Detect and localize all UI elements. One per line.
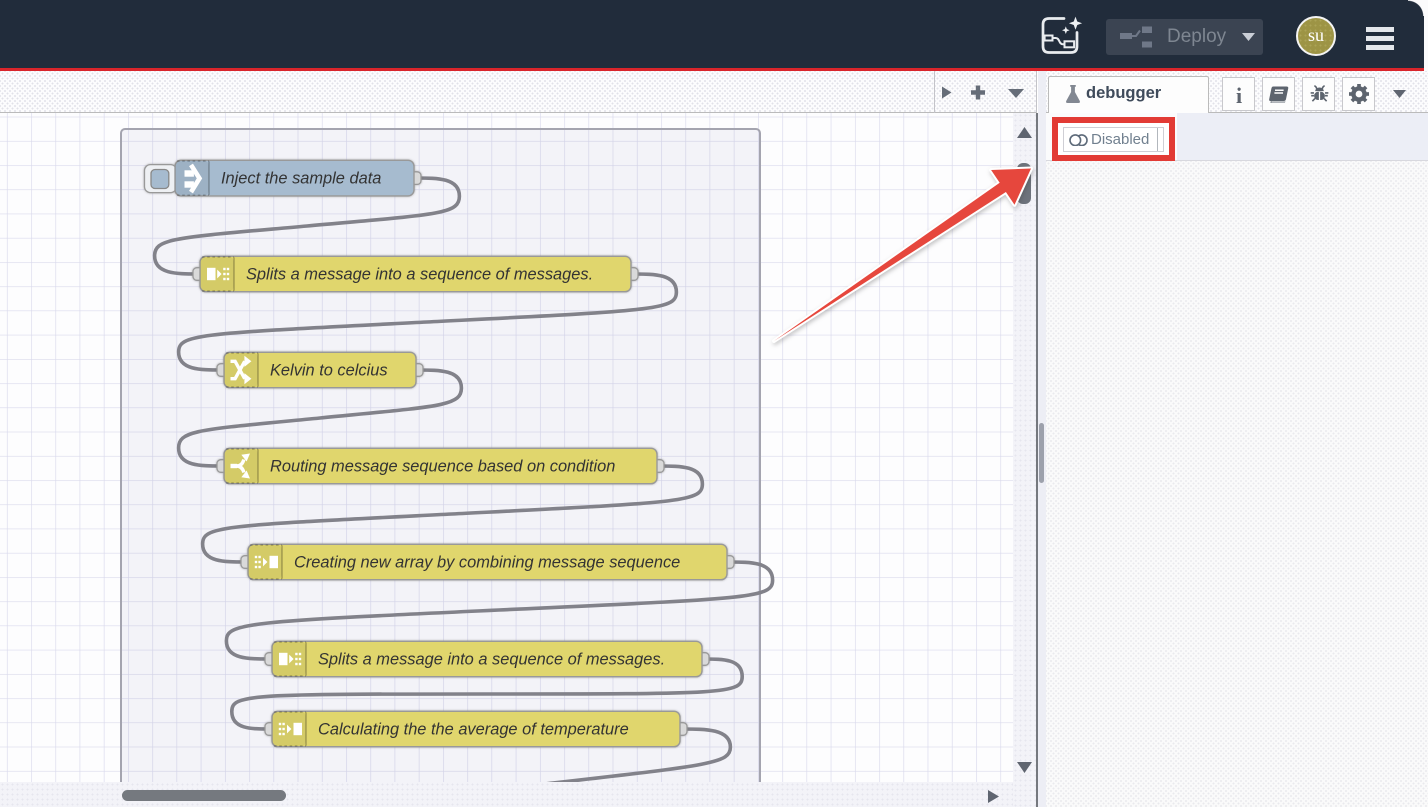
svg-text:Creating new array by combinin: Creating new array by combining message … xyxy=(294,554,680,572)
svg-text:Calculating the the average of: Calculating the the average of temperatu… xyxy=(318,721,629,739)
svg-text:Splits a message into a sequen: Splits a message into a sequence of mess… xyxy=(318,651,665,669)
svg-text:Splits a message into a sequen: Splits a message into a sequence of mess… xyxy=(246,266,593,284)
svg-text:Kelvin to celcius: Kelvin to celcius xyxy=(270,362,388,380)
svg-text:Routing message sequence based: Routing message sequence based on condit… xyxy=(270,458,615,476)
svg-text:Inject the sample data: Inject the sample data xyxy=(221,170,381,188)
